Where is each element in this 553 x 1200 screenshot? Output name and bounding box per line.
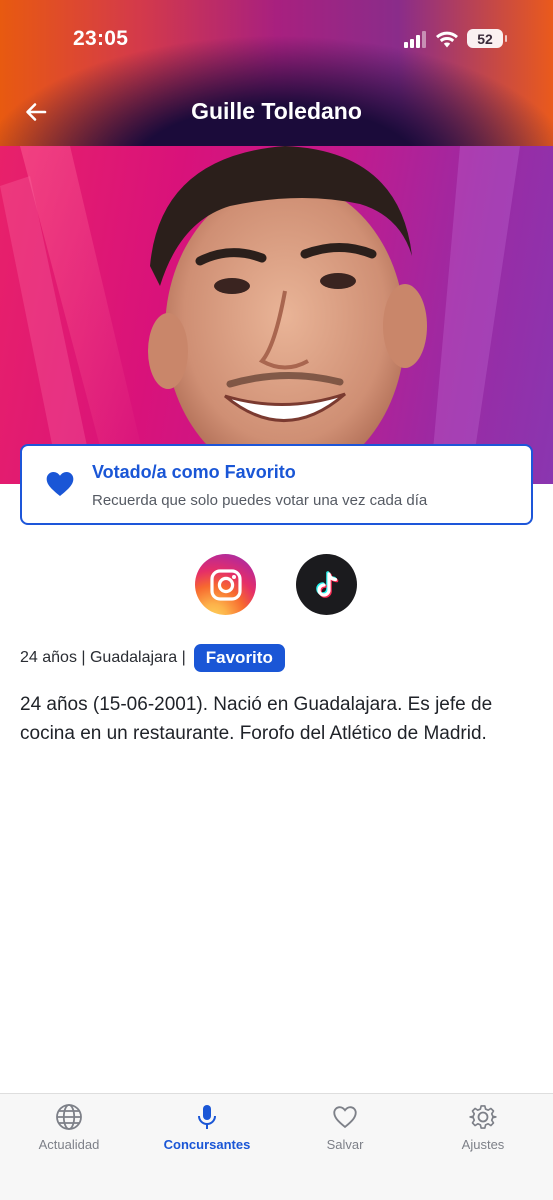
vote-status-title: Votado/a como Favorito	[92, 462, 296, 482]
heart-filled-icon	[46, 472, 74, 496]
globe-icon	[54, 1102, 84, 1132]
bottom-tab-bar: Actualidad Concursantes Salvar Ajustes	[0, 1093, 553, 1200]
tab-actualidad-label: Actualidad	[38, 1137, 100, 1152]
tab-concursantes[interactable]: Concursantes	[138, 1102, 276, 1162]
page-title: Guille Toledano	[191, 98, 362, 124]
tab-salvar-label: Salvar	[326, 1137, 364, 1152]
social-links	[0, 554, 553, 616]
heart-icon	[330, 1102, 360, 1132]
profile-meta: 24 años | Guadalajara |	[20, 649, 186, 666]
cellular-signal-icon	[404, 30, 426, 48]
instagram-icon	[209, 568, 242, 601]
vote-status-subtitle: Recuerda que solo puedes votar una vez c…	[92, 492, 428, 509]
profile-bio: 24 años (15-06-2001). Nació en Guadalaja…	[20, 694, 493, 744]
contestant-photo	[0, 146, 553, 484]
gear-icon	[468, 1102, 498, 1132]
tab-actualidad[interactable]: Actualidad	[0, 1102, 138, 1162]
tiktok-button[interactable]	[296, 554, 357, 615]
tab-ajustes-label: Ajustes	[461, 1137, 505, 1152]
status-icons: 52	[404, 29, 507, 48]
wifi-icon	[436, 31, 458, 47]
tiktok-icon	[315, 570, 338, 598]
profile-meta-row: 24 años | Guadalajara | Favorito	[20, 644, 285, 672]
tab-concursantes-label: Concursantes	[163, 1137, 251, 1152]
microphone-icon	[192, 1102, 222, 1132]
tab-ajustes[interactable]: Ajustes	[414, 1102, 552, 1162]
vote-status-card: Votado/a como Favorito Recuerda que solo…	[20, 444, 533, 525]
header: 23:05 52 Guille Toledano	[0, 0, 553, 146]
favorite-badge: Favorito	[193, 644, 285, 672]
tab-salvar[interactable]: Salvar	[276, 1102, 414, 1162]
instagram-button[interactable]	[195, 554, 256, 615]
battery-indicator: 52	[467, 29, 507, 48]
status-time: 23:05	[73, 27, 129, 50]
